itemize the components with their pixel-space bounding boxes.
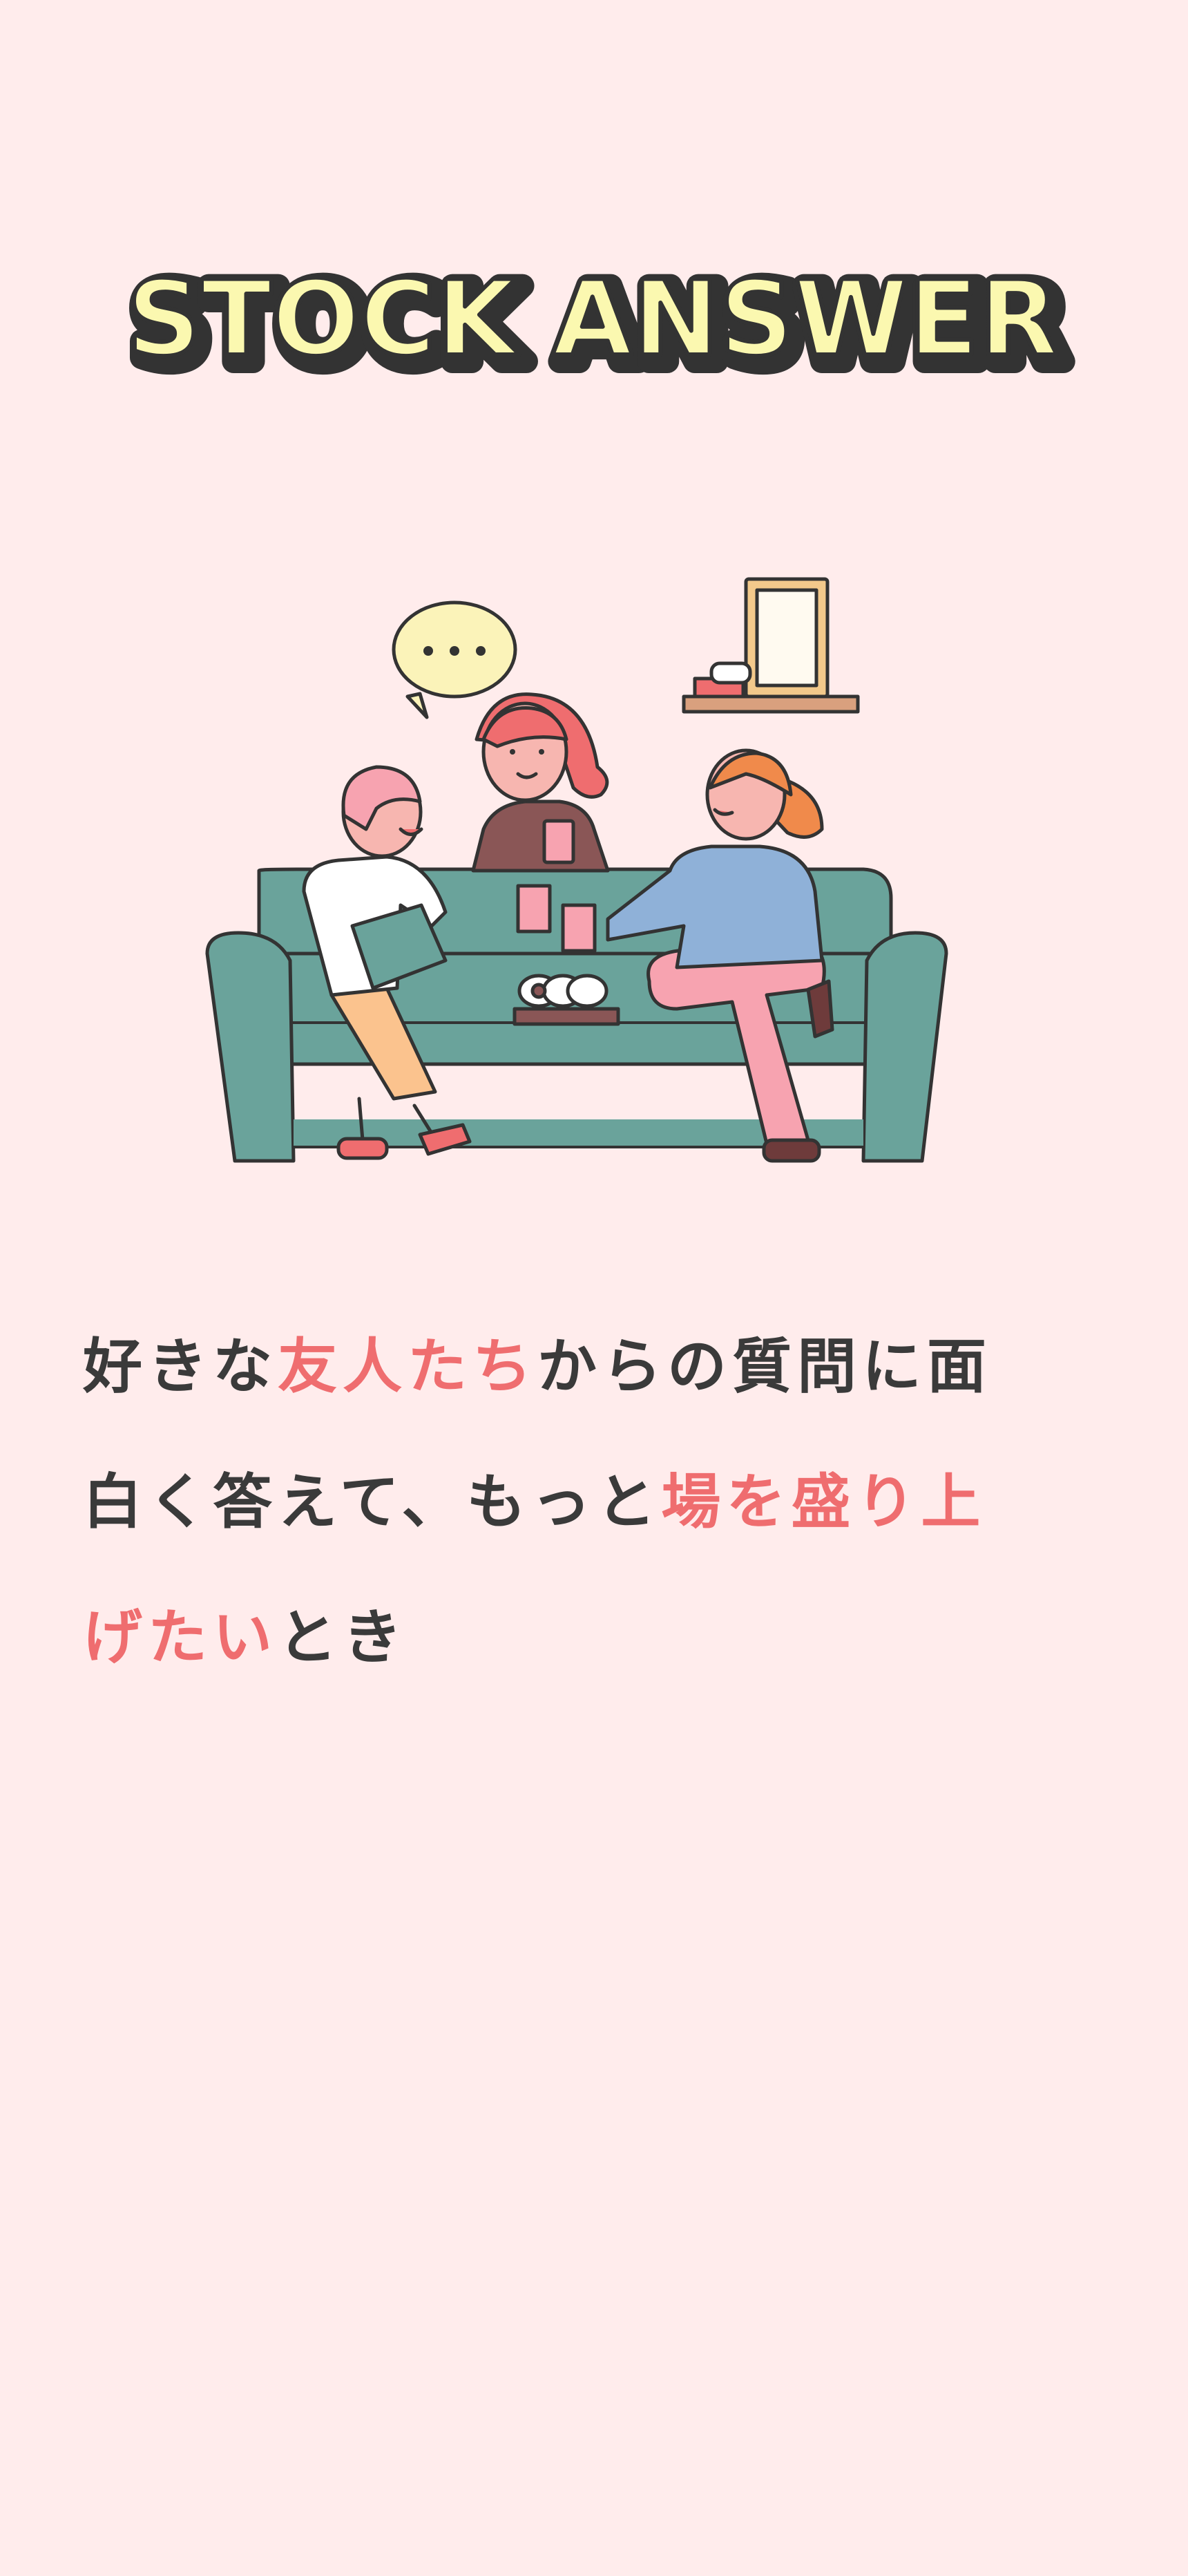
friend-left [302, 765, 472, 1160]
wall-shelf [682, 577, 860, 714]
copy-highlight: 場を盛り上 [661, 1468, 986, 1537]
copy-highlight: 友人たち [278, 1332, 537, 1401]
app-logo: STOCK ANSWER STOCK ANSWER [122, 254, 1077, 383]
speech-bubble [392, 600, 517, 719]
snack-table [512, 974, 620, 1026]
copy-segment: からの質問に面 [537, 1332, 992, 1401]
onboarding-screen: STOCK ANSWER STOCK ANSWER 好きな友人たちからの質問に面… [0, 0, 1188, 2576]
sofa-left-arm [205, 931, 296, 1163]
copy-highlight: げたい [83, 1603, 278, 1672]
friend-middle [471, 692, 610, 873]
description-text: 好きな友人たちからの質問に面白く答えて、もっと場を盛り上げたいとき [83, 1299, 1064, 1705]
friends-on-sofa-illustration [205, 577, 948, 1163]
copy-segment: 白く答えて、もっと [83, 1468, 662, 1537]
sofa-right-arm [861, 931, 948, 1163]
copy-segment: とき [278, 1603, 408, 1672]
app-logo-text: STOCK ANSWER [126, 259, 1059, 379]
copy-segment: 好きな [83, 1332, 278, 1401]
mug-left [516, 884, 552, 934]
mug-right [561, 903, 597, 953]
